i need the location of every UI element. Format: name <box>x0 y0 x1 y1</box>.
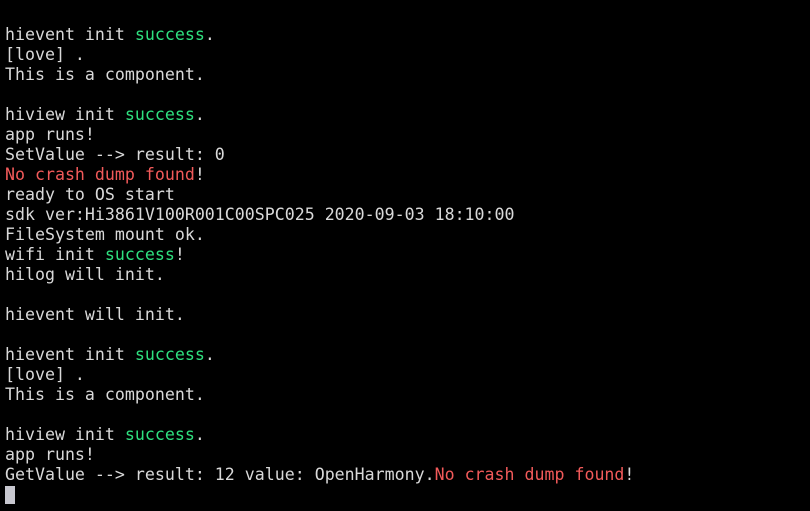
terminal-line: This is a component. <box>5 385 805 405</box>
terminal-line: app runs! <box>5 445 805 465</box>
success-text: success <box>104 245 175 264</box>
log-text: . <box>194 105 205 124</box>
log-text: sdk ver:Hi3861V100R001C00SPC025 2020-09-… <box>5 205 515 224</box>
terminal-line: app runs! <box>5 125 805 145</box>
terminal-line: SetValue --> result: 0 <box>5 145 805 165</box>
log-text: ! <box>194 165 205 184</box>
log-text: wifi init <box>5 245 105 264</box>
terminal-line: [love] . <box>5 45 805 65</box>
success-text: success <box>124 425 195 444</box>
terminal-line: wifi init success! <box>5 245 805 265</box>
block-cursor-icon <box>5 486 15 504</box>
terminal-line: hievent init success. <box>5 345 805 365</box>
terminal-line: This is a component. <box>5 65 805 85</box>
log-text: hievent will init. <box>5 305 185 324</box>
log-text: This is a component. <box>5 65 205 84</box>
log-text: hiview init <box>5 105 125 124</box>
log-text: . <box>204 345 215 364</box>
log-text: ! <box>174 245 185 264</box>
log-text: SetValue --> result: 0 <box>5 145 225 164</box>
log-text: ready to OS start <box>5 185 175 204</box>
log-text: GetValue --> result: 12 value: OpenHarmo… <box>5 465 435 484</box>
success-text: success <box>134 25 205 44</box>
log-text: This is a component. <box>5 385 205 404</box>
terminal-line: FileSystem mount ok. <box>5 225 805 245</box>
success-text: success <box>134 345 205 364</box>
terminal-line: hievent init success. <box>5 25 805 45</box>
log-text: hievent init <box>5 25 135 44</box>
terminal-line: [love] . <box>5 365 805 385</box>
error-text: No crash dump found <box>5 165 195 184</box>
log-text: hilog will init. <box>5 265 165 284</box>
success-text: success <box>124 105 195 124</box>
terminal-output[interactable]: hievent init success. [love] . This is a c… <box>5 25 805 505</box>
log-text: app runs! <box>5 445 95 464</box>
log-text: ! <box>624 465 635 484</box>
prompt-line[interactable] <box>5 485 805 505</box>
log-text: [love] . <box>5 45 85 64</box>
terminal-line: hievent will init. <box>5 305 805 325</box>
terminal-line: No crash dump found! <box>5 165 805 185</box>
log-text: hiview init <box>5 425 125 444</box>
log-text: app runs! <box>5 125 95 144</box>
log-text: hievent init <box>5 345 135 364</box>
terminal-line: hiview init success. <box>5 105 805 125</box>
terminal-line: sdk ver:Hi3861V100R001C00SPC025 2020-09-… <box>5 205 805 225</box>
log-text: FileSystem mount ok. <box>5 225 205 244</box>
terminal-line: hiview init success. <box>5 425 805 445</box>
terminal-line: hilog will init. <box>5 265 805 285</box>
log-text: . <box>204 25 215 44</box>
log-text: . <box>194 425 205 444</box>
log-text: [love] . <box>5 365 85 384</box>
terminal-line: GetValue --> result: 12 value: OpenHarmo… <box>5 465 805 485</box>
error-text: No crash dump found <box>434 465 625 484</box>
terminal-line: ready to OS start <box>5 185 805 205</box>
